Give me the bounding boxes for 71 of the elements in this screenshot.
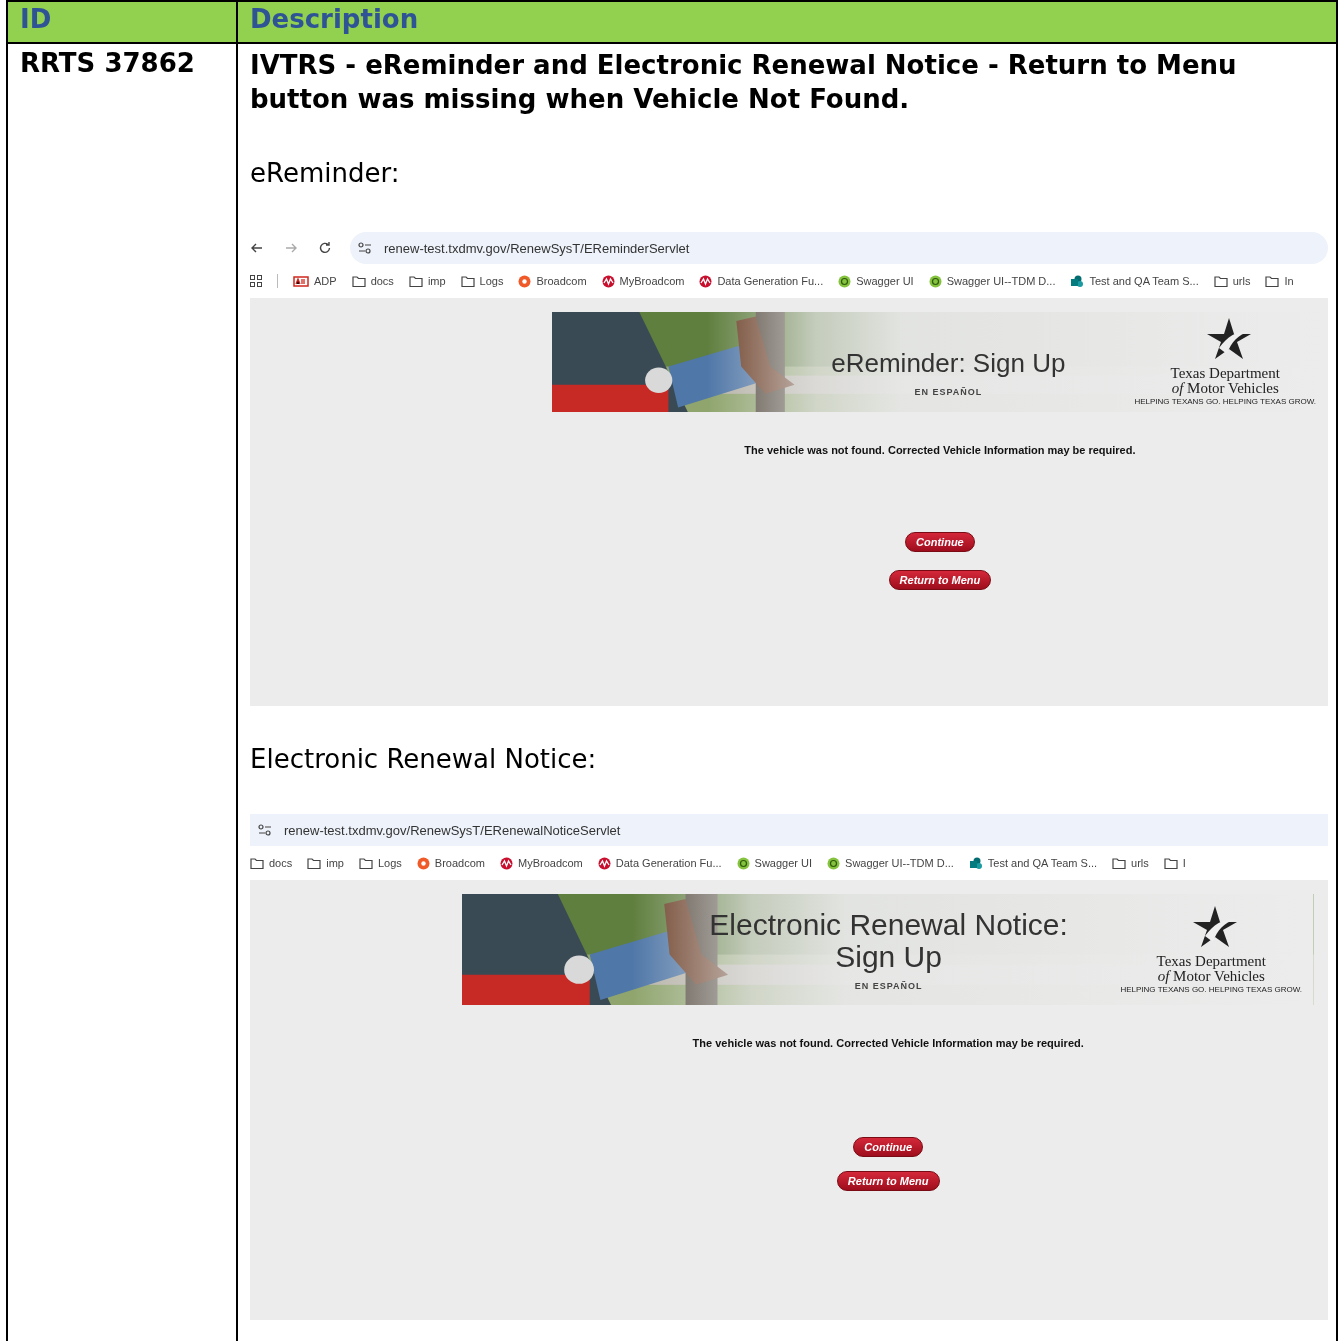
issue-title: IVTRS - eReminder and Electronic Renewal Notice - Return to Menu button was missing when Vehicle Not Found.	[250, 49, 1238, 116]
bookmark[interactable]: ADP	[293, 275, 337, 287]
logo-icon	[1070, 274, 1085, 288]
address-bar[interactable]: renew-test.txdmv.gov/RenewSysT/ERenewalNoticeServlet	[250, 814, 1328, 846]
column-header: Description	[250, 4, 419, 34]
error-message: The vehicle was not found. Corrected Vehicle Information may be required.	[744, 444, 1136, 456]
pulse-icon	[699, 274, 713, 288]
banner-title: Sign Up	[835, 940, 942, 973]
agency-name: Texas Department	[1170, 366, 1280, 381]
page-button[interactable]: Continue	[853, 1137, 924, 1157]
agency-tagline: HELPING TEXANS GO. HELPING TEXAS GROW.	[1120, 984, 1302, 994]
bookmark[interactable]: urls	[1112, 857, 1149, 869]
folder-icon	[1112, 857, 1127, 869]
bookmark[interactable]: Swagger UI	[736, 856, 813, 870]
error-message: The vehicle was not found. Corrected Vehicle Information may be required.	[692, 1037, 1084, 1049]
banner-title: eReminder: Sign Up	[831, 347, 1066, 379]
ring-icon	[416, 856, 430, 870]
bookmark[interactable]: MyBroadcom	[500, 856, 583, 870]
bookmark[interactable]: urls	[1213, 275, 1251, 287]
address-bar[interactable]: renew-test.txdmv.gov/RenewSysT/EReminderServlet	[350, 232, 1328, 264]
page-button[interactable]: Return to Menu	[836, 1171, 940, 1191]
folder-icon	[359, 857, 373, 869]
banner-title: Electronic Renewal Notice:	[709, 908, 1068, 941]
language-link[interactable]: EN ESPAÑOL	[854, 980, 923, 991]
folder-icon	[408, 275, 423, 287]
bookmark[interactable]: In	[1265, 275, 1294, 287]
bookmark[interactable]: Logs	[359, 857, 402, 869]
folder-icon	[351, 275, 366, 287]
bookmark[interactable]: imp	[307, 857, 344, 869]
bookmark[interactable]: Test and QA Team S...	[1070, 274, 1199, 288]
ring-icon	[518, 274, 532, 288]
bookmark[interactable]: Broadcom	[518, 274, 587, 288]
bookmark[interactable]: MyBroadcom	[601, 274, 685, 288]
language-link[interactable]: EN ESPAÑOL	[914, 387, 983, 397]
bookmark[interactable]: Swagger UI--TDM D...	[928, 274, 1056, 288]
site-settings-icon[interactable]	[258, 824, 272, 836]
bookmark[interactable]: Data Generation Fu...	[597, 856, 722, 870]
bookmark[interactable]: docs	[250, 857, 293, 869]
apps-grid-icon[interactable]	[250, 275, 262, 287]
pulse-icon	[597, 856, 611, 870]
bookmark[interactable]: Test and QA Team S...	[968, 856, 1098, 870]
agency-tagline: HELPING TEXANS GO. HELPING TEXAS GROW.	[1134, 397, 1316, 406]
agency-name: Texas Department	[1156, 953, 1266, 969]
pulse-icon	[500, 856, 513, 870]
bookmark[interactable]: Logs	[460, 275, 504, 287]
bookmark[interactable]: docs	[351, 275, 394, 287]
page-button[interactable]: Return to Menu	[888, 570, 992, 590]
section-label: Electronic Renewal Notice:	[250, 744, 598, 774]
issue-id: RRTS 37862	[20, 48, 195, 78]
agency-name: of Motor Vehicles	[1157, 968, 1265, 984]
page-button[interactable]: Continue	[905, 532, 975, 552]
folder-icon	[1265, 275, 1280, 287]
bookmark[interactable]: I	[1163, 857, 1186, 869]
column-header: ID	[20, 4, 52, 34]
bookmark[interactable]: Swagger UI	[838, 274, 914, 288]
folder-icon	[1213, 275, 1228, 287]
logo-icon	[968, 856, 983, 870]
agency-name: of Motor Vehicles	[1171, 381, 1279, 396]
bookmark[interactable]: Swagger UI--TDM D...	[827, 856, 954, 870]
bookmark[interactable]: imp	[408, 275, 446, 287]
navigation-buttons[interactable]	[250, 241, 332, 255]
folder-icon	[460, 275, 475, 287]
folder-icon	[1163, 857, 1178, 869]
bookmark[interactable]: Data Generation Fu...	[699, 274, 824, 288]
logo-icon	[293, 275, 309, 287]
folder-icon	[250, 857, 264, 869]
section-label: eReminder:	[250, 158, 401, 188]
site-settings-icon[interactable]	[358, 242, 372, 254]
folder-icon	[307, 857, 322, 869]
bookmark[interactable]: Broadcom	[416, 856, 485, 870]
pulse-icon	[601, 274, 615, 288]
